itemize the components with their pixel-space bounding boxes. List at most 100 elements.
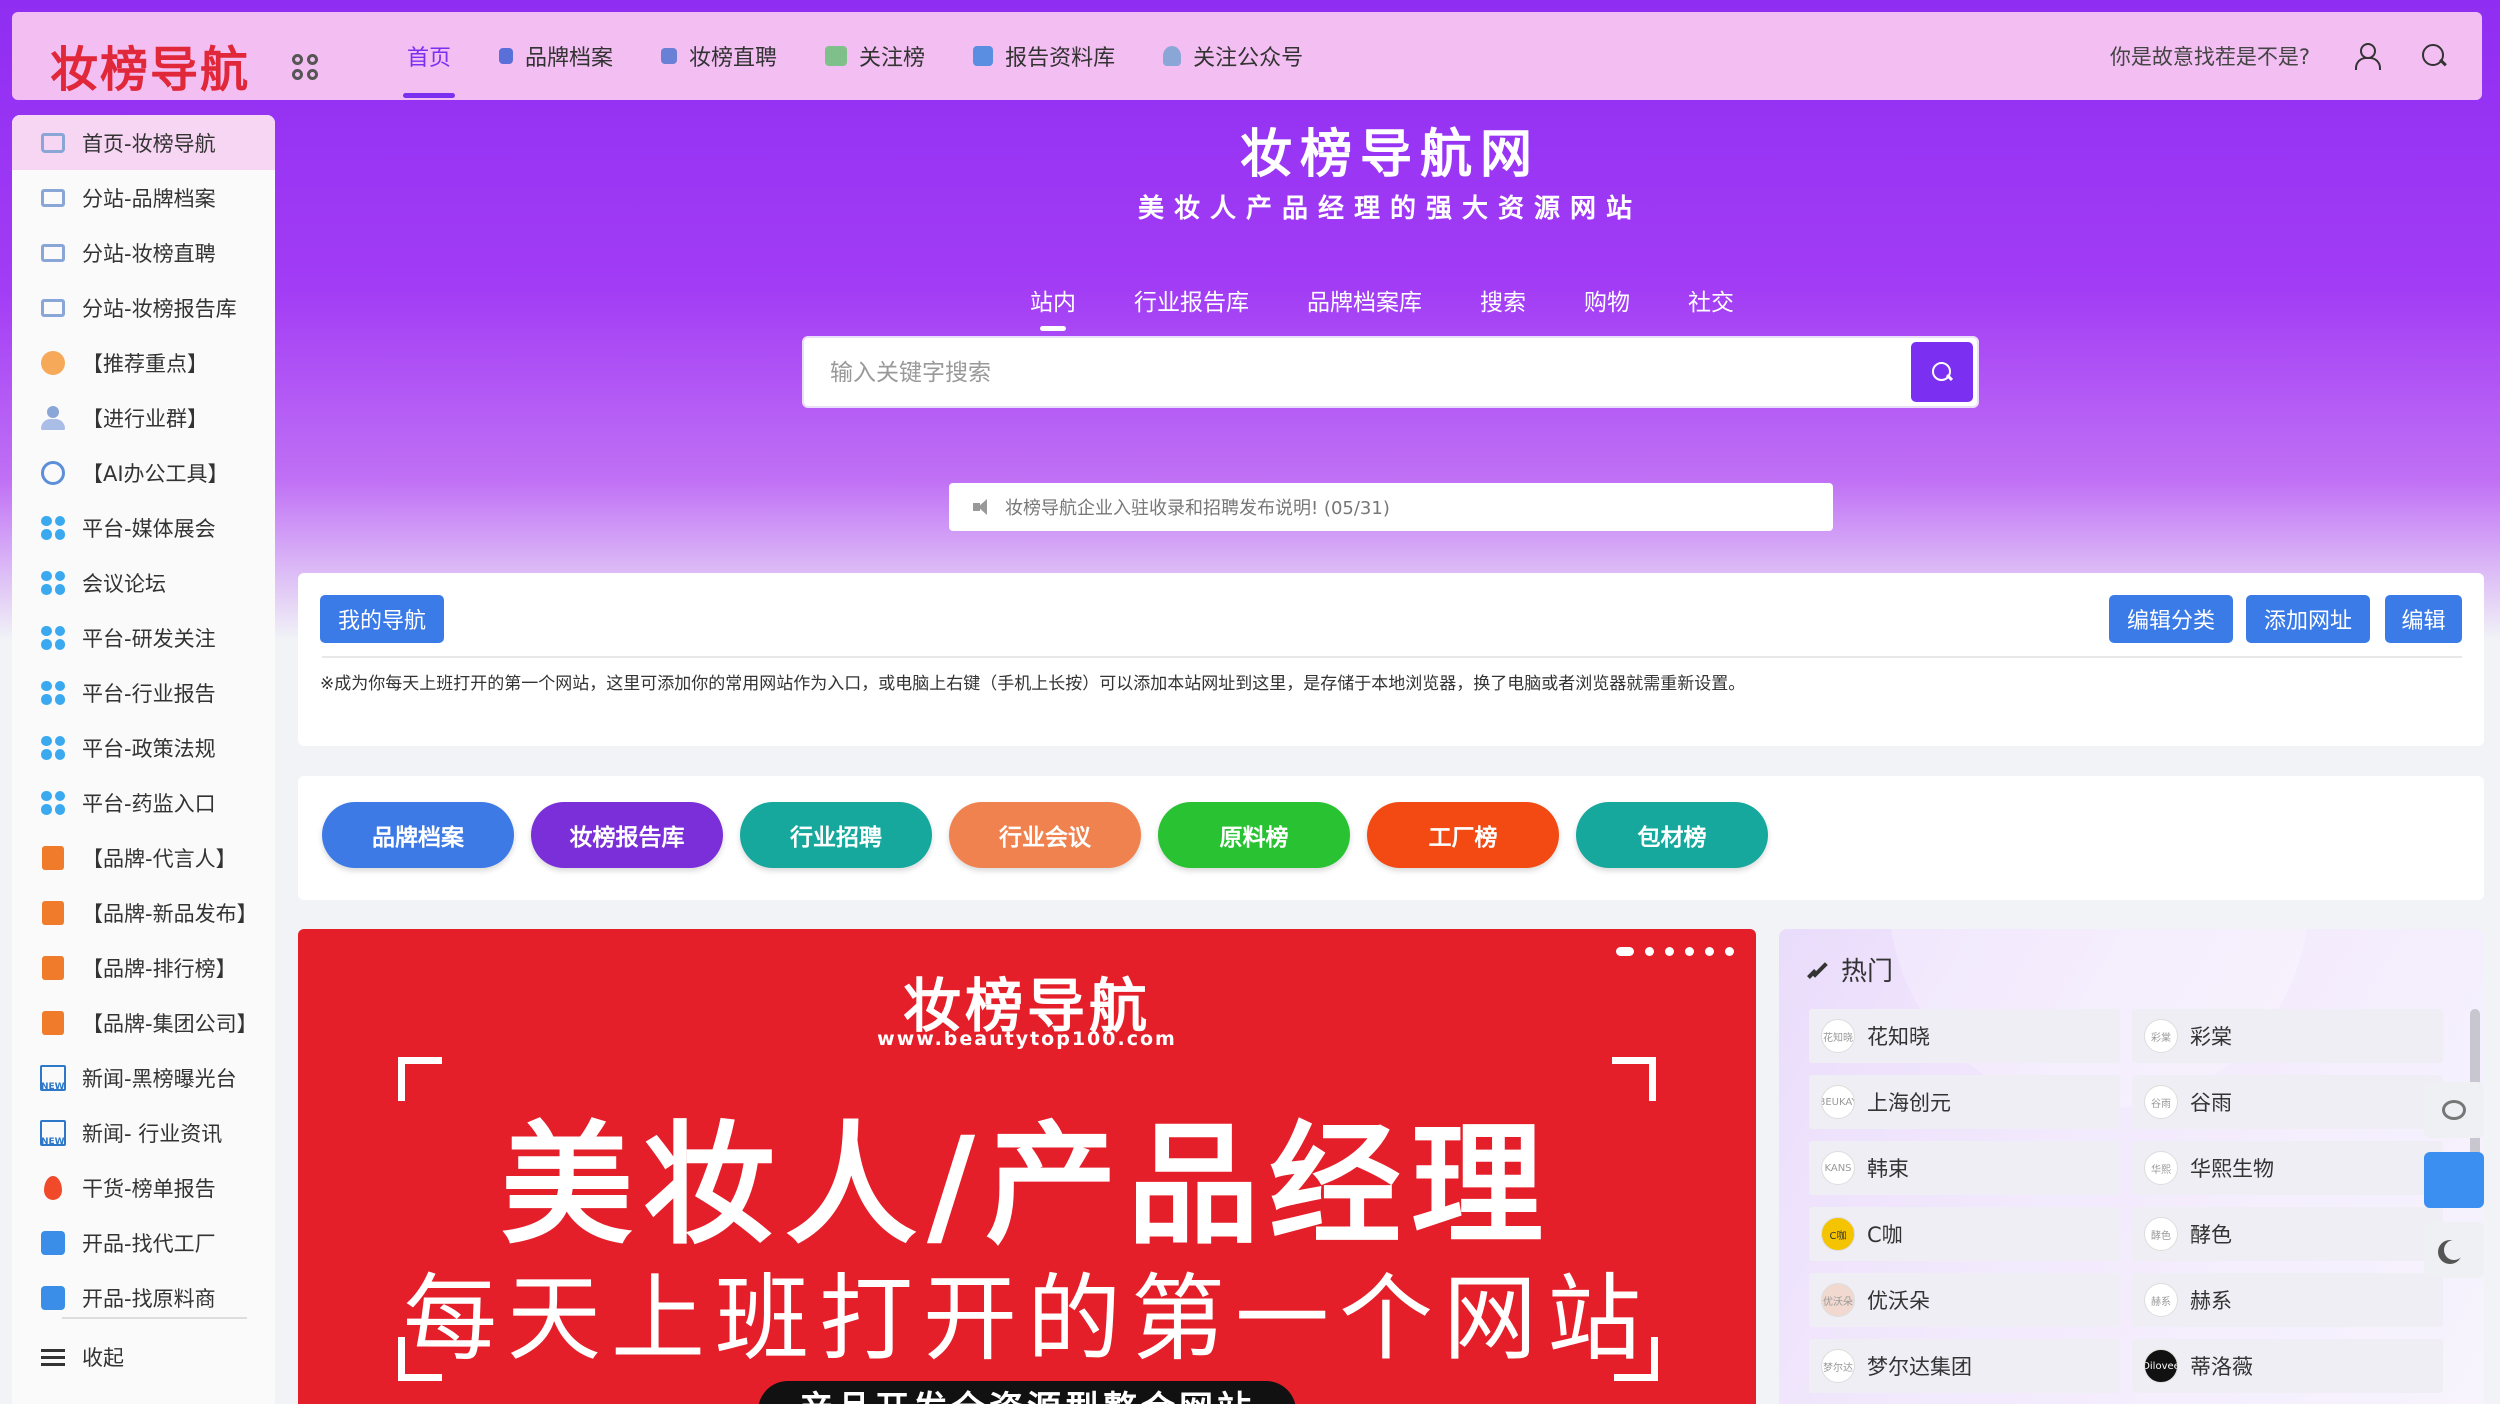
search-tabs: 站内 行业报告库 品牌档案库 搜索 购物 社交 [1030,283,1734,331]
pill-report-library[interactable]: 妆榜报告库 [531,802,723,868]
top-header: 妆榜导航 首页 品牌档案 妆榜直聘 关注榜 报告资料库 关注公众号 你是故意找茬… [12,12,2482,100]
at-icon [40,460,66,486]
my-nav-tab[interactable]: 我的导航 [320,595,444,643]
sidebar-collapse-button[interactable]: 收起 [12,1329,275,1384]
tab-shopping[interactable]: 购物 [1584,283,1630,327]
hot-item[interactable]: 花知晓 花知晓 [1809,1009,2120,1063]
sidebar-item-ranking[interactable]: 【品牌-排行榜】 [12,940,275,995]
hot-item[interactable]: 华熙 华熙生物 [2132,1141,2443,1195]
sidebar-item-new-release[interactable]: 【品牌-新品发布】 [12,885,275,940]
hot-item[interactable]: 酵色 酵色 [2132,1207,2443,1261]
sidebar-item-factory[interactable]: 开品-找代工厂 [12,1215,275,1270]
brand-logo-icon: 酵色 [2144,1217,2178,1251]
edit-category-button[interactable]: 编辑分类 [2109,595,2233,643]
sidebar-item-industry-report[interactable]: 平台-行业报告 [12,665,275,720]
nav-brand-archive[interactable]: 品牌档案 [499,12,613,100]
edit-button[interactable]: 编辑 [2385,595,2462,643]
hot-item[interactable]: 彩棠 彩棠 [2132,1009,2443,1063]
hot-title: 热门 [1809,951,1893,988]
sidebar-item-label: 分站-妆榜直聘 [82,241,216,266]
carousel-dots [1616,947,1734,956]
nav-home[interactable]: 首页 [402,12,456,100]
pill-recruit[interactable]: 行业招聘 [740,802,932,868]
nav-report-library[interactable]: 报告资料库 [973,12,1115,100]
tab-social[interactable]: 社交 [1688,283,1734,327]
pill-brand-archive[interactable]: 品牌档案 [322,802,514,868]
sidebar-item-label: 新闻-黑榜曝光台 [82,1066,237,1091]
quick-links-card: 品牌档案 妆榜报告库 行业招聘 行业会议 原料榜 工厂榜 包材榜 [298,776,2484,900]
user-icon[interactable] [2354,43,2381,70]
four-dots-icon [40,790,66,816]
tab-industry-report[interactable]: 行业报告库 [1134,283,1249,327]
sidebar-item-rd[interactable]: 平台-研发关注 [12,610,275,665]
carousel-dot[interactable] [1665,947,1674,956]
carousel-dot[interactable] [1616,947,1634,956]
pill-packaging[interactable]: 包材榜 [1576,802,1768,868]
hot-item[interactable]: 梦尔达 梦尔达集团 [1809,1339,2120,1393]
pill-conference[interactable]: 行业会议 [949,802,1141,868]
apps-grid-icon[interactable] [292,54,318,80]
carousel-dot[interactable] [1685,947,1694,956]
search-icon[interactable] [2422,44,2446,68]
hot-item[interactable]: 谷雨 谷雨 [2132,1075,2443,1129]
hot-item-label: 上海创元 [1867,1091,1951,1115]
sidebar-item-spokesperson[interactable]: 【品牌-代言人】 [12,830,275,885]
site-logo[interactable]: 妆榜导航 [50,30,250,100]
hot-item[interactable]: KANS 韩束 [1809,1141,2120,1195]
nav-follow-account[interactable]: 关注公众号 [1163,12,1303,100]
sidebar-item-recruit[interactable]: 分站-妆榜直聘 [12,225,275,280]
carousel-dot[interactable] [1645,947,1654,956]
file-icon [40,955,66,981]
sidebar-item-forum[interactable]: 会议论坛 [12,555,275,610]
sidebar-item-label: 开品-找代工厂 [82,1231,216,1256]
nav-follow-list[interactable]: 关注榜 [825,12,925,100]
news-icon [40,1119,66,1147]
banner-pill: 产品开发全资源型整合网站 [758,1381,1296,1404]
pill-factory[interactable]: 工厂榜 [1367,802,1559,868]
nav-report-library-label: 报告资料库 [1005,46,1116,71]
nav-recruit-label: 妆榜直聘 [689,46,778,71]
sidebar-item-reports[interactable]: 干货-榜单报告 [12,1160,275,1215]
sidebar-divider [62,1317,247,1319]
header-slogan[interactable]: 你是故意找茬是不是? [2110,41,2310,71]
tab-site[interactable]: 站内 [1030,283,1076,331]
add-url-button[interactable]: 添加网址 [2246,595,2370,643]
hot-item[interactable]: 优沃朵 优沃朵 [1809,1273,2120,1327]
tab-search[interactable]: 搜索 [1480,283,1526,327]
hot-item[interactable]: C咖 C咖 [1809,1207,2120,1261]
brand-logo-icon: BEUKAY [1821,1085,1855,1119]
sidebar-item-group[interactable]: 【进行业群】 [12,390,275,445]
sidebar-item-group-company[interactable]: 【品牌-集团公司】 [12,995,275,1050]
hot-item[interactable]: 赫系 赫系 [2132,1273,2443,1327]
blue-float-button[interactable] [2424,1152,2484,1208]
tab-brand-archive[interactable]: 品牌档案库 [1307,283,1422,327]
hot-item[interactable]: BEUKAY 上海创元 [1809,1075,2120,1129]
flag-icon [661,48,678,64]
hot-item-label: 华熙生物 [2190,1157,2274,1181]
notice-text[interactable]: 妆榜导航企业入驻收录和招聘发布说明! (05/31) [1005,494,1390,520]
notice-bar[interactable]: 妆榜导航企业入驻收录和招聘发布说明! (05/31) [949,483,1833,531]
sidebar-item-label: 平台-研发关注 [82,626,216,651]
hot-item-label: 酵色 [2190,1223,2232,1247]
nav-recruit[interactable]: 妆榜直聘 [661,12,777,100]
sidebar-item-policy[interactable]: 平台-政策法规 [12,720,275,775]
sidebar-item-blacklist[interactable]: 新闻-黑榜曝光台 [12,1050,275,1105]
sidebar-item-drug-admin[interactable]: 平台-药监入口 [12,775,275,830]
carousel-dot[interactable] [1725,947,1734,956]
banner-carousel[interactable]: 妆榜导航 www.beautytop100.com 美妆人/产品经理 每天上班打… [298,929,1756,1404]
brand-logo-icon: 华熙 [2144,1151,2178,1185]
sidebar-item-ai-tools[interactable]: 【AI办公工具】 [12,445,275,500]
search-input[interactable] [830,338,1890,406]
hot-item[interactable]: Dilovee 蒂洛薇 [2132,1339,2443,1393]
sidebar-item-media[interactable]: 平台-媒体展会 [12,500,275,555]
sidebar-item-report[interactable]: 分站-妆榜报告库 [12,280,275,335]
building-icon [825,46,848,66]
sidebar-item-label: 【品牌-集团公司】 [82,1011,258,1036]
search-button[interactable] [1911,342,1973,402]
dark-mode-float-button[interactable] [2424,1222,2484,1278]
pill-materials[interactable]: 原料榜 [1158,802,1350,868]
carousel-dot[interactable] [1705,947,1714,956]
sidebar-item-recommend[interactable]: 【推荐重点】 [12,335,275,390]
wechat-float-button[interactable] [2424,1082,2484,1138]
sidebar-item-news[interactable]: 新闻- 行业资讯 [12,1105,275,1160]
